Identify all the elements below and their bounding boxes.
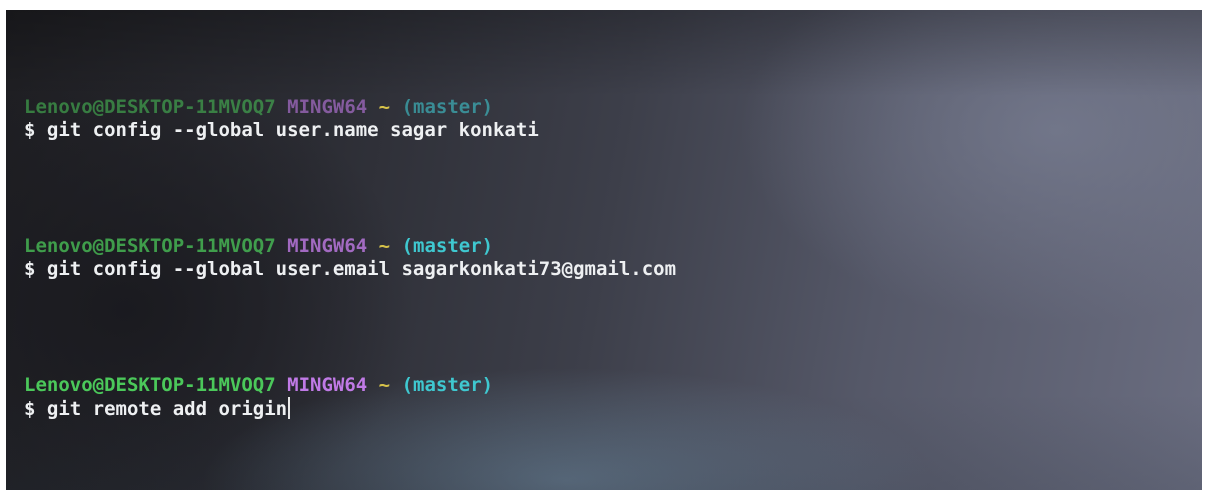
command-line: $ git config --global user.name sagar ko… xyxy=(24,119,539,141)
prompt-user-host: Lenovo@DESKTOP-11MVOQ7 xyxy=(24,235,276,257)
prompt-system: MINGW64 xyxy=(287,96,368,118)
prompt-path: ~ xyxy=(378,374,391,396)
prompt-line: Lenovo@DESKTOP-11MVOQ7 MINGW64 ~ (master… xyxy=(24,374,676,397)
active-command-line[interactable]: $ git remote add origin xyxy=(24,397,676,421)
prompt-branch: (master) xyxy=(401,96,494,118)
terminal-output[interactable]: Lenovo@DESKTOP-11MVOQ7 MINGW64 ~ (master… xyxy=(24,50,676,490)
photo-frame: Lenovo@DESKTOP-11MVOQ7 MINGW64 ~ (master… xyxy=(0,0,1207,492)
prompt-user-host: Lenovo@DESKTOP-11MVOQ7 xyxy=(24,374,276,396)
command-line: $ git config --global user.email sagarko… xyxy=(24,258,677,280)
terminal-window[interactable]: Lenovo@DESKTOP-11MVOQ7 MINGW64 ~ (master… xyxy=(6,10,1202,490)
prompt-branch: (master) xyxy=(401,374,494,396)
prompt-user-host: Lenovo@DESKTOP-11MVOQ7 xyxy=(24,96,276,118)
command-input[interactable]: $ git remote add origin xyxy=(24,398,287,420)
prompt-path: ~ xyxy=(378,235,391,257)
prompt-system: MINGW64 xyxy=(287,235,368,257)
terminal-entry-2: Lenovo@DESKTOP-11MVOQ7 MINGW64 ~ (master… xyxy=(24,235,676,281)
terminal-entry-1: Lenovo@DESKTOP-11MVOQ7 MINGW64 ~ (master… xyxy=(24,96,676,142)
text-cursor xyxy=(288,397,291,419)
prompt-line: Lenovo@DESKTOP-11MVOQ7 MINGW64 ~ (master… xyxy=(24,235,676,258)
terminal-entry-3: Lenovo@DESKTOP-11MVOQ7 MINGW64 ~ (master… xyxy=(24,374,676,421)
prompt-path: ~ xyxy=(378,96,391,118)
prompt-line: Lenovo@DESKTOP-11MVOQ7 MINGW64 ~ (master… xyxy=(24,96,676,119)
prompt-branch: (master) xyxy=(401,235,494,257)
prompt-system: MINGW64 xyxy=(287,374,368,396)
